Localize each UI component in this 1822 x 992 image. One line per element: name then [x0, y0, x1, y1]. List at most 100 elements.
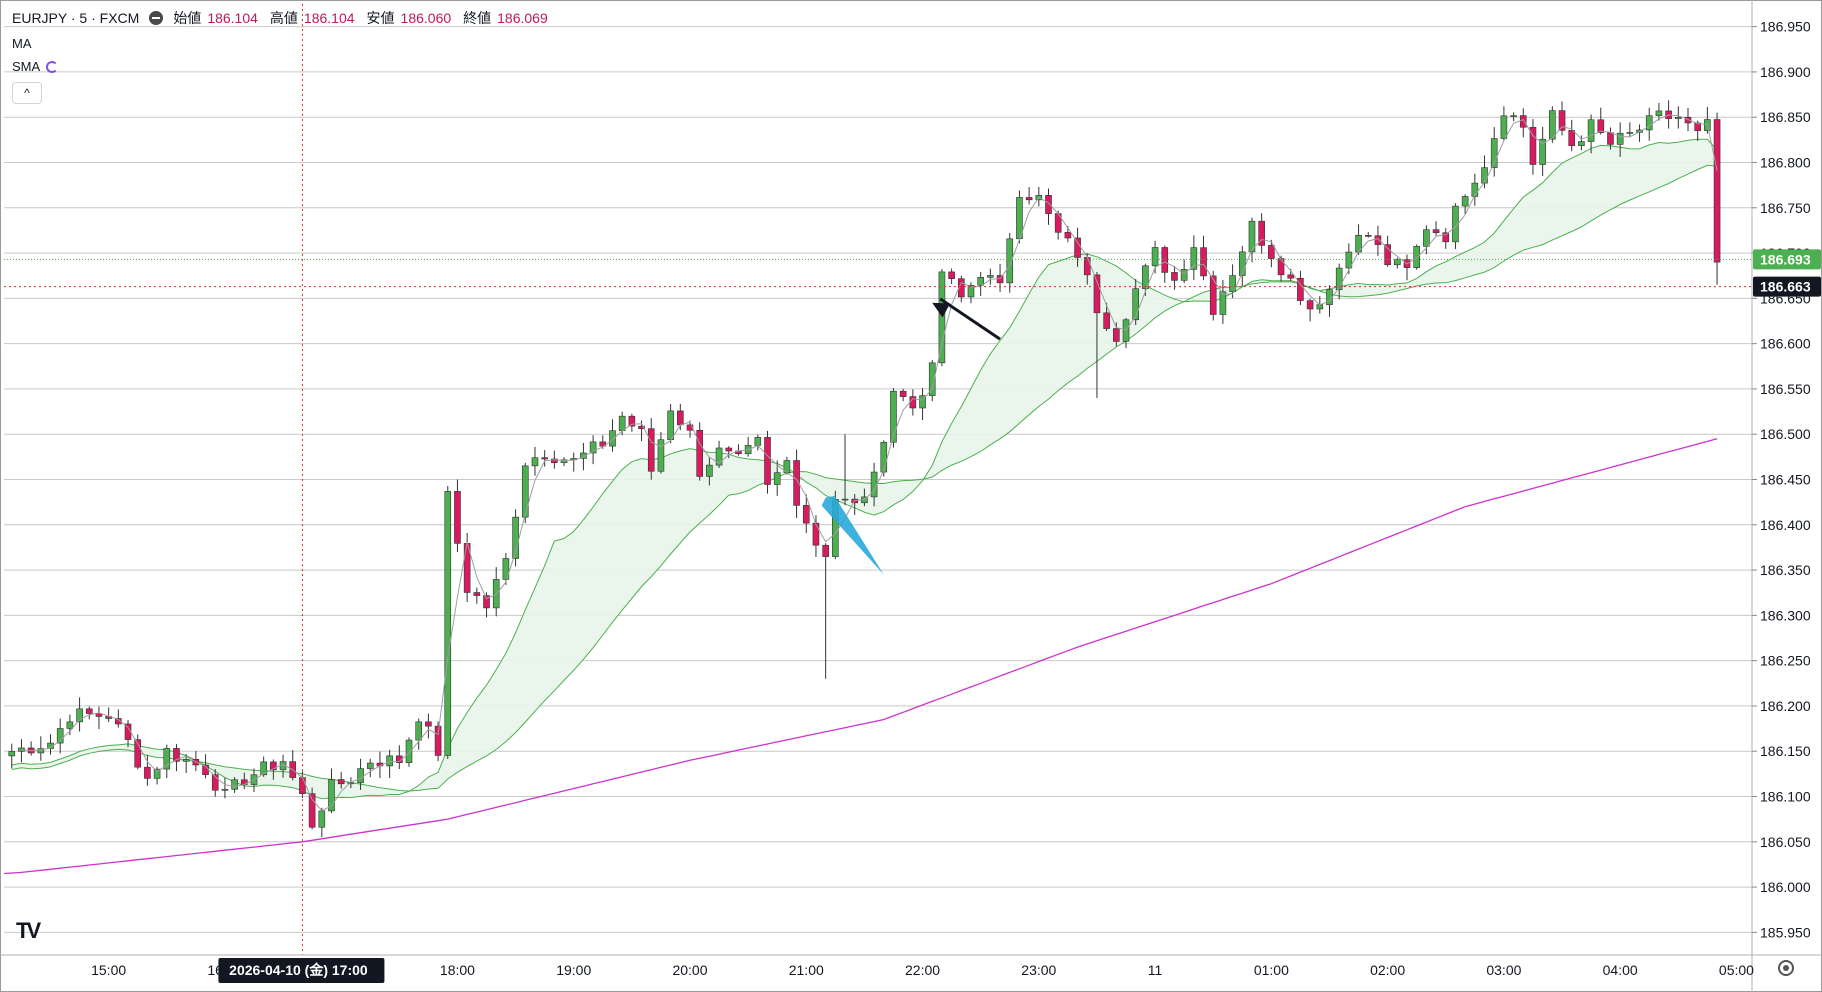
x-tick-label: 11 [1148, 962, 1163, 978]
candle-down [948, 271, 955, 280]
x-tick-label: 03:00 [1486, 962, 1521, 978]
candle-up [221, 789, 229, 791]
y-tick-label: 186.950 [1760, 19, 1811, 35]
close-value: 186.069 [497, 10, 548, 26]
candle-up [657, 439, 665, 472]
candle-up [1122, 319, 1130, 342]
current-price-label: 186.693 [1760, 251, 1811, 267]
crosshair-price-label: 186.663 [1760, 279, 1811, 295]
indicator-sma-label: SMA [12, 59, 41, 74]
candle-down [1025, 197, 1033, 201]
x-tick-label: 20:00 [672, 962, 707, 978]
candle-down [899, 390, 907, 397]
candle-up [1461, 196, 1469, 207]
grid [4, 26, 1752, 933]
y-tick-label: 186.100 [1760, 789, 1811, 805]
candle-down [1113, 328, 1120, 342]
candle-down [1045, 195, 1052, 214]
candle-down [85, 708, 93, 714]
candle-up [715, 447, 723, 466]
candle-up [1500, 115, 1508, 139]
candle-up [56, 728, 64, 744]
candle-up [1219, 291, 1227, 315]
indicator-sma[interactable]: SMA [12, 59, 59, 74]
candle-down [677, 410, 684, 426]
y-tick-label: 186.150 [1760, 743, 1811, 759]
y-tick-label: 186.400 [1760, 517, 1811, 533]
candle-down [1384, 244, 1391, 266]
symbol-title[interactable]: EURJPY · 5 · FXCM [12, 10, 139, 26]
candle-up [415, 721, 423, 741]
candle-down [144, 766, 151, 779]
x-tick-label: 23:00 [1021, 962, 1056, 978]
candle-down [454, 491, 461, 544]
crosshair-time-label: 2026-04-10 (金) 17:00 [229, 962, 368, 978]
sma-band-fill [11, 139, 1718, 799]
black-arrow-icon [932, 302, 951, 318]
candle-down [1277, 258, 1285, 276]
candle-down [1161, 247, 1169, 273]
candle-up [66, 721, 74, 729]
candle-up [231, 779, 238, 790]
candle-up [1655, 110, 1663, 116]
candle-down [1364, 235, 1372, 237]
candle-up [366, 762, 374, 769]
candle-down [473, 592, 481, 596]
sma-band-upper [11, 138, 1718, 800]
candle-up [1132, 288, 1140, 321]
low-value: 186.060 [400, 10, 452, 26]
close-label: 終値 [463, 10, 492, 26]
candle-down [1200, 247, 1207, 277]
indicator-ma[interactable]: MA [12, 36, 32, 51]
candle-down [1287, 274, 1295, 279]
candle-down [1442, 232, 1450, 243]
candle-up [1316, 304, 1324, 310]
candle-down [647, 428, 655, 472]
open-value: 186.104 [207, 10, 258, 26]
candle-down [434, 725, 442, 756]
low-label: 安値 [366, 10, 395, 26]
candle-up [1626, 132, 1634, 134]
high-value: 186.104 [303, 10, 355, 26]
y-tick-label: 186.000 [1760, 879, 1811, 895]
candles [8, 100, 1721, 837]
tradingview-logo[interactable]: TV [16, 918, 41, 944]
candle-up [938, 271, 946, 364]
x-tick-label: 02:00 [1370, 962, 1405, 978]
y-tick-label: 186.900 [1760, 64, 1811, 80]
candle-up [1578, 141, 1585, 146]
candle-down [1432, 229, 1440, 234]
x-axis[interactable]: 15:0016:0017:0018:0019:0020:0021:0022:00… [0, 954, 1822, 983]
x-tick-label: 05:00 [1719, 962, 1754, 978]
candle-down [1268, 245, 1275, 259]
candle-up [1616, 132, 1624, 145]
y-tick-label: 186.350 [1760, 562, 1811, 578]
y-axis[interactable]: 186.950186.900186.850186.800186.750186.7… [1751, 0, 1821, 992]
x-tick-label: 18:00 [440, 962, 475, 978]
settings-gear-icon[interactable] [1778, 960, 1794, 976]
x-tick-label: 19:00 [556, 962, 591, 978]
open-label: 始値 [173, 10, 202, 26]
y-tick-label: 186.750 [1760, 200, 1811, 216]
candle-down [1519, 115, 1527, 128]
market-status-icon [149, 11, 164, 25]
candle-down [812, 522, 820, 546]
candle-up [754, 437, 762, 446]
candle-up [357, 768, 364, 784]
candle-down [1713, 119, 1721, 263]
collapse-legend-button[interactable]: ^ [12, 82, 42, 104]
candle-up [1510, 115, 1517, 117]
candle-down [1103, 312, 1110, 329]
candle-up [1326, 289, 1333, 306]
candle-up [1180, 269, 1188, 281]
candle-up [1413, 245, 1420, 268]
candle-down [1607, 132, 1614, 145]
candle-up [1481, 167, 1488, 184]
candle-down [725, 447, 733, 452]
candlestick-chart[interactable]: 186.950186.900186.850186.800186.750186.7… [0, 0, 1822, 992]
candle-up [706, 464, 713, 477]
refresh-icon[interactable] [46, 60, 59, 73]
candle-down [1083, 257, 1091, 276]
candle-up [405, 739, 413, 763]
candle-up [880, 441, 888, 473]
